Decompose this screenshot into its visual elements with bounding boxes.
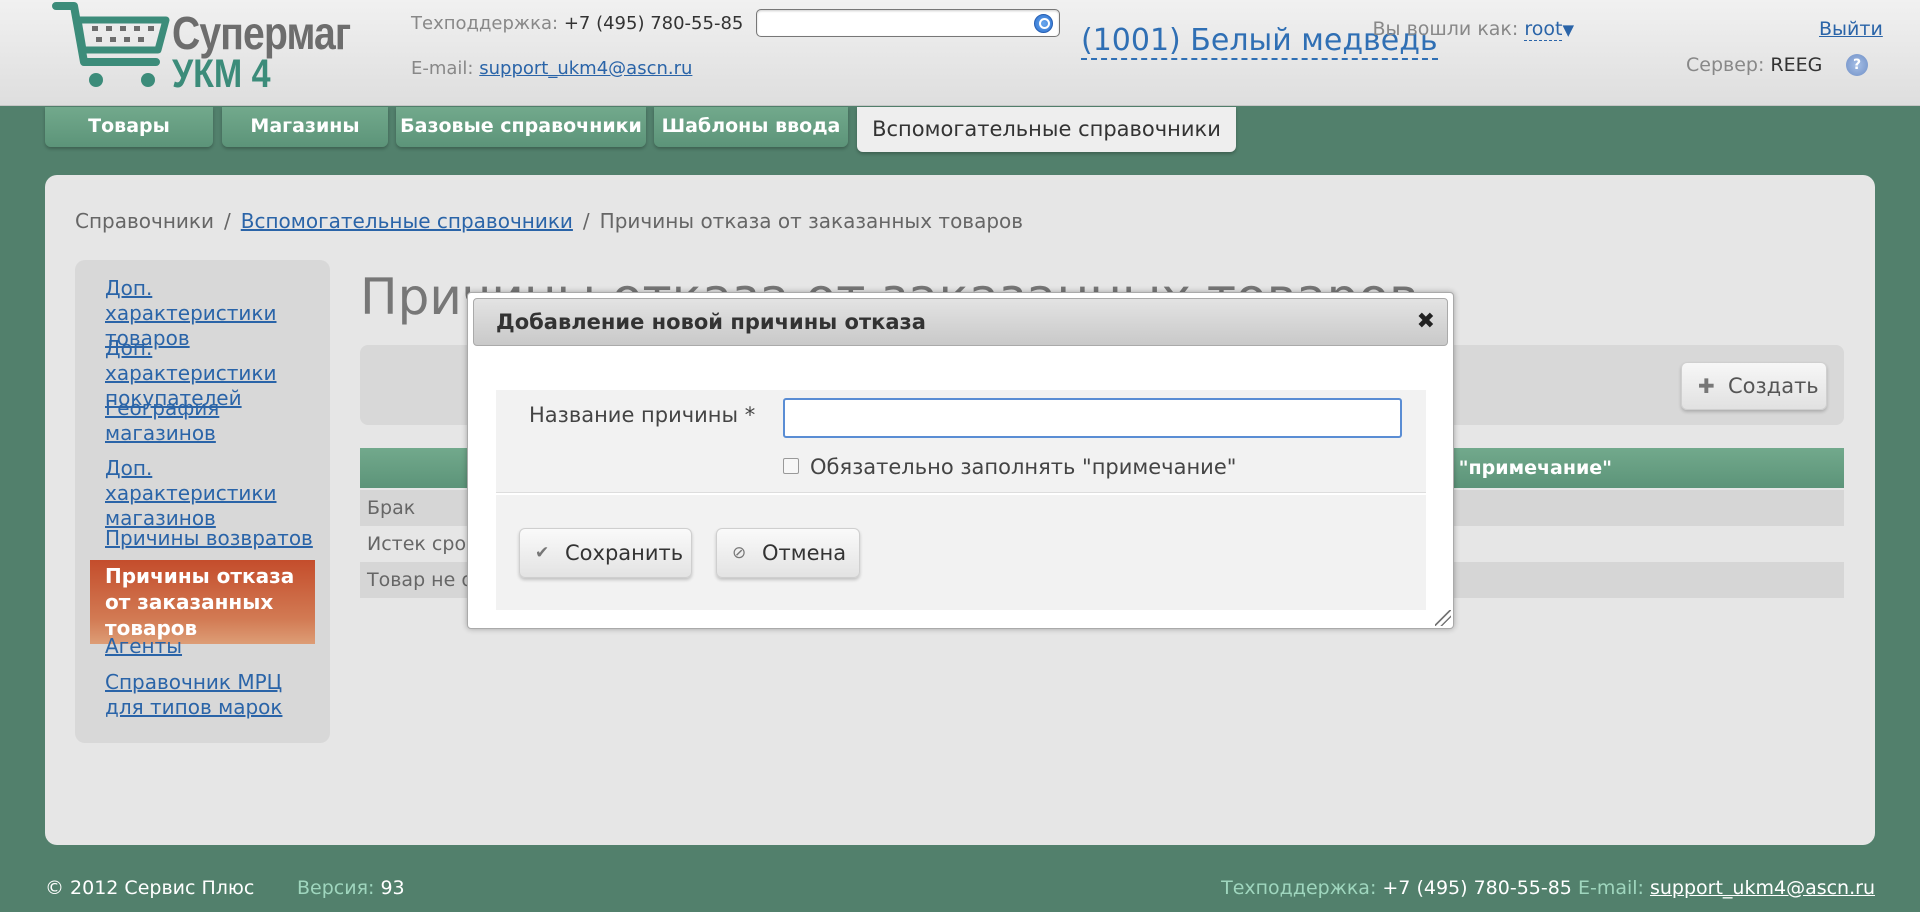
sidebar-item-shop-geography[interactable]: География магазинов	[105, 396, 320, 446]
sidebar-item-mrc-directory[interactable]: Справочник МРЦ для типов марок	[105, 670, 320, 720]
check-icon: ✔	[535, 543, 550, 563]
help-icon[interactable]: ?	[1846, 54, 1868, 76]
version-label: Версия:	[297, 877, 375, 899]
note-required-label[interactable]: Обязательно заполнять "примечание"	[810, 455, 1236, 479]
server-info: Сервер: REEG	[1686, 54, 1822, 76]
user-info: Вы вошли как: root▼	[1372, 18, 1574, 41]
footer-support-phone: +7 (495) 780-55-85	[1382, 877, 1572, 899]
logo[interactable]: Супермаг УКМ 4	[52, 0, 351, 96]
reason-name-input[interactable]	[783, 398, 1402, 438]
user-menu[interactable]: root	[1524, 18, 1563, 41]
dialog-title: Добавление новой причины отказа	[496, 310, 926, 334]
close-icon[interactable]: ✖	[1417, 299, 1435, 345]
breadcrumb-root: Справочники	[75, 209, 214, 233]
note-required-checkbox[interactable]	[783, 458, 799, 474]
tab-input-templates[interactable]: Шаблоны ввода	[654, 107, 848, 147]
save-button-label: Сохранить	[565, 541, 684, 565]
save-button[interactable]: ✔ Сохранить	[519, 528, 692, 578]
breadcrumb-parent-link[interactable]: Вспомогательные справочники	[241, 209, 573, 233]
footer-copyright: © 2012 Сервис Плюс	[45, 877, 255, 899]
footer-email-link[interactable]: support_ukm4@ascn.ru	[1650, 877, 1875, 899]
search-icon[interactable]	[1034, 14, 1053, 33]
sidebar-item-shop-attributes[interactable]: Доп. характеристики магазинов	[105, 456, 320, 531]
logo-subtext: УКМ 4	[172, 52, 271, 96]
cancel-icon: ⊘	[732, 543, 747, 563]
footer-email-label: E-mail:	[1577, 877, 1644, 899]
sidebar-item-agents[interactable]: Агенты	[105, 634, 320, 659]
header-email: E-mail: support_ukm4@ascn.ru	[411, 58, 692, 79]
search-input[interactable]	[763, 11, 1023, 35]
server-label: Сервер:	[1686, 54, 1765, 76]
logged-in-label: Вы вошли как:	[1372, 18, 1519, 40]
create-button[interactable]: ✚ Создать	[1681, 362, 1827, 410]
sidebar: Доп. характеристики товаров Доп. характе…	[75, 260, 330, 743]
server-value: REEG	[1770, 54, 1823, 76]
breadcrumb: Справочники / Вспомогательные справочники /…	[75, 209, 1023, 233]
search-box	[756, 9, 1060, 37]
tab-shops[interactable]: Магазины	[222, 107, 388, 147]
caret-down-icon[interactable]: ▼	[1562, 21, 1574, 39]
tab-base-dictionaries[interactable]: Базовые справочники	[396, 107, 646, 147]
header: Супермаг УКМ 4 Техподдержка: +7 (495) 78…	[0, 0, 1920, 106]
sidebar-item-refusal-reasons[interactable]: Причины отказа от заказанных товаров	[90, 560, 315, 644]
create-button-label: Создать	[1728, 374, 1819, 398]
resize-handle-icon[interactable]	[1435, 610, 1451, 626]
version-value: 93	[380, 877, 405, 899]
email-label: E-mail:	[411, 58, 474, 79]
cancel-button-label: Отмена	[762, 541, 847, 565]
tab-goods[interactable]: Товары	[45, 107, 213, 147]
breadcrumb-current: Причины отказа от заказанных товаров	[599, 209, 1024, 233]
support-label: Техподдержка:	[411, 13, 559, 34]
footer-support-label: Техподдержка:	[1221, 877, 1377, 899]
logout-link[interactable]: Выйти	[1819, 18, 1883, 40]
header-support: Техподдержка: +7 (495) 780-55-85	[411, 13, 743, 34]
sidebar-item-return-reasons[interactable]: Причины возвратов	[105, 526, 320, 551]
grid-header-note-column[interactable]: ь "примечание"	[1440, 448, 1612, 488]
support-phone: +7 (495) 780-55-85	[563, 13, 744, 34]
reason-name-label: Название причины *	[529, 403, 756, 427]
dialog-titlebar[interactable]: Добавление новой причины отказа ✖	[473, 298, 1448, 346]
email-link[interactable]: support_ukm4@ascn.ru	[479, 58, 692, 79]
tab-auxiliary-dictionaries[interactable]: Вспомогательные справочники	[857, 107, 1236, 152]
cancel-button[interactable]: ⊘ Отмена	[716, 528, 860, 578]
footer-contacts: Техподдержка: +7 (495) 780-55-85 E-mail:…	[1221, 877, 1875, 899]
plus-icon: ✚	[1698, 374, 1715, 398]
breadcrumb-separator: /	[582, 209, 590, 233]
breadcrumb-separator: /	[223, 209, 231, 233]
cart-icon	[52, 2, 170, 87]
footer-version: Версия: 93	[297, 877, 405, 899]
